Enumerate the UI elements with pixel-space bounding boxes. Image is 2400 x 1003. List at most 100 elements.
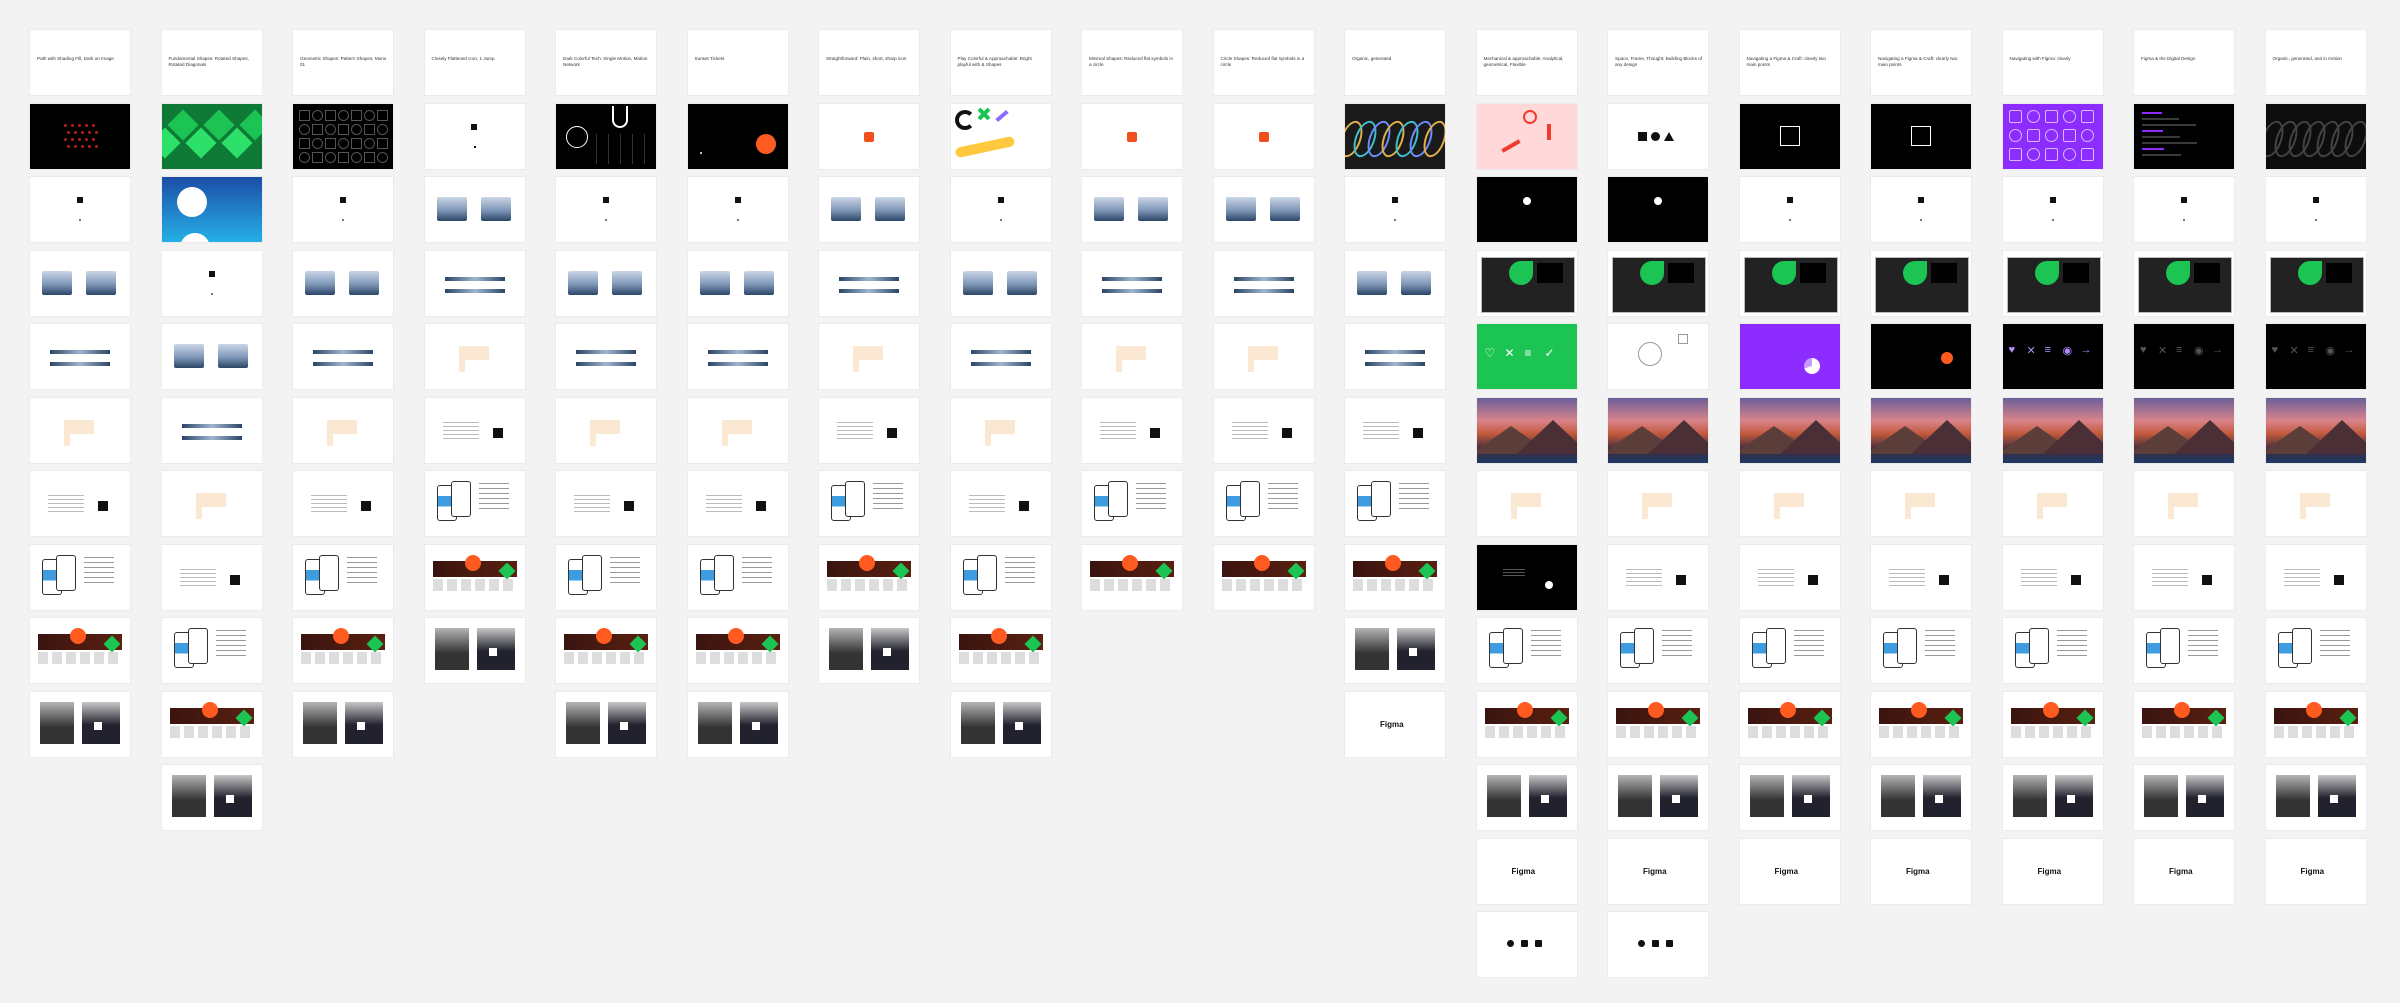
board-frame-peach[interactable] xyxy=(2265,471,2366,536)
board-frame-textbox[interactable] xyxy=(1871,544,1971,610)
board-frame-dark-icons[interactable]: ♥ ✕ ≡ ◉ → xyxy=(2002,324,2103,389)
board-frame-shots[interactable] xyxy=(819,177,919,242)
board-frame-timeline[interactable] xyxy=(30,324,130,389)
board-frame-shots[interactable] xyxy=(293,250,393,316)
board-frame-title[interactable]: Dark Colorful Tech: Single Motion, Motio… xyxy=(556,30,656,95)
board-frame-green[interactable]: ♡ ✕ ≡ ✓ xyxy=(1476,324,1577,389)
board-frame-phones[interactable] xyxy=(1345,471,1445,536)
board-frame-peach[interactable] xyxy=(1871,471,1971,536)
board-frame-cover[interactable] xyxy=(30,103,130,169)
board-frame-textbox[interactable] xyxy=(2265,544,2366,610)
board-frame-logo[interactable]: Figma xyxy=(1871,838,1971,904)
board-frame-logo[interactable]: Figma xyxy=(1739,838,1840,904)
board-frame-phones[interactable] xyxy=(1476,618,1577,683)
board-frame-textbox[interactable] xyxy=(1082,397,1182,463)
board-frame-logo[interactable]: Figma xyxy=(2265,838,2366,904)
board-frame-cover[interactable] xyxy=(1213,103,1314,169)
board-frame-timeline[interactable] xyxy=(556,324,656,389)
board-frame-textbox[interactable] xyxy=(1739,544,1840,610)
board-frame-dark-icons[interactable]: ♥ ✕ ≡ ◉ → xyxy=(2265,324,2366,389)
board-frame-website[interactable] xyxy=(1345,544,1445,610)
board-frame-icon[interactable] xyxy=(2265,177,2366,242)
board-frame-shots[interactable] xyxy=(161,324,262,389)
board-frame-shots[interactable] xyxy=(556,250,656,316)
board-frame-logo[interactable]: Figma xyxy=(2134,838,2234,904)
board-frame-peach[interactable] xyxy=(1213,324,1314,389)
board-canvas[interactable]: Path with Shading Fill, Dark on Image Fun… xyxy=(0,0,2400,1003)
board-frame-peach[interactable] xyxy=(1739,471,1840,536)
board-frame-textbox[interactable] xyxy=(2134,544,2234,610)
board-frame-textbox[interactable] xyxy=(687,471,788,536)
board-frame-icon[interactable] xyxy=(2002,177,2103,242)
board-frame-timeline[interactable] xyxy=(950,324,1051,389)
board-frame-website[interactable] xyxy=(1213,544,1314,610)
board-frame-phones[interactable] xyxy=(2265,618,2366,683)
board-frame-figma-ui[interactable] xyxy=(2265,250,2366,316)
board-frame-textbox[interactable] xyxy=(1608,544,1708,610)
board-frame-people[interactable] xyxy=(2265,765,2366,830)
board-frame-shots[interactable] xyxy=(1082,177,1182,242)
board-frame-title[interactable]: Figma & the Digital Design xyxy=(2134,30,2234,95)
board-frame-phones[interactable] xyxy=(161,618,262,683)
board-frame-peach[interactable] xyxy=(30,397,130,463)
board-frame-mountain[interactable] xyxy=(1739,397,1840,463)
board-frame-website[interactable] xyxy=(1608,691,1708,757)
board-frame-title[interactable]: Geometric Shapes: Pattern Shapes, Mono 0… xyxy=(293,30,393,95)
board-frame-people[interactable] xyxy=(293,691,393,757)
board-frame-shots[interactable] xyxy=(30,250,130,316)
board-frame-people[interactable] xyxy=(2002,765,2103,830)
board-frame-peach[interactable] xyxy=(424,324,525,389)
board-frame-peach[interactable] xyxy=(1476,471,1577,536)
board-frame-people[interactable] xyxy=(819,618,919,683)
board-frame-figma-ui[interactable] xyxy=(2134,250,2234,316)
board-frame-website[interactable] xyxy=(1082,544,1182,610)
board-frame-phones[interactable] xyxy=(424,471,525,536)
board-frame-people[interactable] xyxy=(30,691,130,757)
board-frame-peach[interactable] xyxy=(2134,471,2234,536)
board-frame-mountain[interactable] xyxy=(1476,397,1577,463)
board-frame-peach[interactable] xyxy=(819,324,919,389)
board-frame-website[interactable] xyxy=(30,618,130,683)
board-frame-people[interactable] xyxy=(687,691,788,757)
board-frame-title[interactable]: Sunset Tickets xyxy=(687,30,788,95)
board-frame-title[interactable]: Fundamental Shapes: Rotated Shapes, Rota… xyxy=(161,30,262,95)
board-frame-purple[interactable] xyxy=(1739,324,1840,389)
board-frame-people[interactable] xyxy=(161,765,262,830)
board-frame-phones[interactable] xyxy=(687,544,788,610)
board-frame-cover[interactable] xyxy=(2134,103,2234,169)
board-frame-people[interactable] xyxy=(950,691,1051,757)
board-frame-phones[interactable] xyxy=(1608,618,1708,683)
board-frame-phones[interactable] xyxy=(2134,618,2234,683)
board-frame-icon[interactable] xyxy=(2134,177,2234,242)
board-frame-cover[interactable] xyxy=(1871,103,1971,169)
board-frame-people[interactable] xyxy=(2134,765,2234,830)
board-frame-logo[interactable]: Figma xyxy=(1345,691,1445,757)
board-frame-icons3[interactable] xyxy=(1608,912,1708,977)
board-frame-timeline[interactable] xyxy=(293,324,393,389)
board-frame-peach[interactable] xyxy=(687,397,788,463)
board-frame-website[interactable] xyxy=(161,691,262,757)
board-frame-timeline[interactable] xyxy=(161,397,262,463)
board-frame-timeline[interactable] xyxy=(424,250,525,316)
board-frame-icon[interactable] xyxy=(30,177,130,242)
board-frame-phones[interactable] xyxy=(293,544,393,610)
board-frame-textbox[interactable] xyxy=(1345,397,1445,463)
board-frame-gradient[interactable] xyxy=(161,177,262,242)
board-frame-timeline[interactable] xyxy=(687,324,788,389)
board-frame-cover[interactable] xyxy=(293,103,393,169)
board-frame-title[interactable]: Play Colorful & Approachable: Bright pla… xyxy=(950,30,1051,95)
board-frame-website[interactable] xyxy=(2002,691,2103,757)
board-frame-people[interactable] xyxy=(1871,765,1971,830)
board-frame-peach[interactable] xyxy=(161,471,262,536)
board-frame-title[interactable]: Closely Flattened Icon, 1 Jump xyxy=(424,30,525,95)
board-frame-phones[interactable] xyxy=(1871,618,1971,683)
board-frame-peach[interactable] xyxy=(1608,471,1708,536)
board-frame-shots[interactable] xyxy=(1213,177,1314,242)
board-frame-logo[interactable]: Figma xyxy=(1476,838,1577,904)
board-frame-icon[interactable] xyxy=(293,177,393,242)
board-frame-title[interactable]: Mechanical & approachable: Analytical, g… xyxy=(1476,30,1577,95)
board-frame-website[interactable] xyxy=(424,544,525,610)
board-frame-peach[interactable] xyxy=(293,397,393,463)
board-frame-textbox[interactable] xyxy=(1213,397,1314,463)
board-frame-dark-icons[interactable]: ♥ ✕ ≡ ◉ → xyxy=(2134,324,2234,389)
